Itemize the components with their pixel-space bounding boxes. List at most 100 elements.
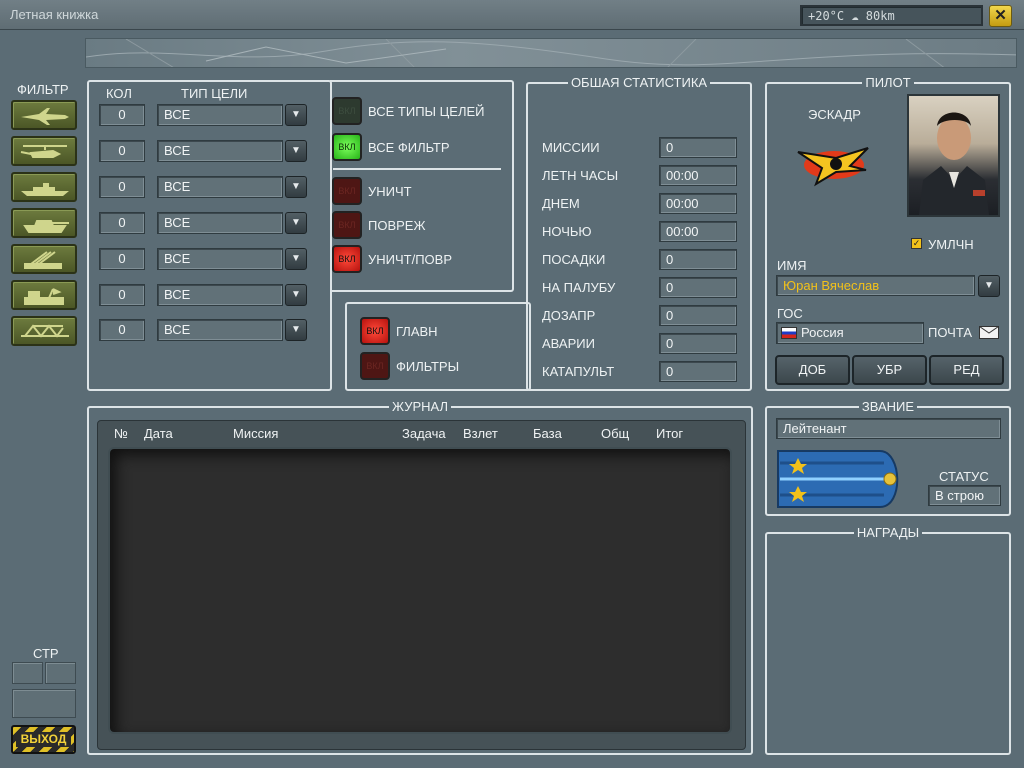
awards-title: НАГРАДЫ: [853, 525, 923, 540]
pilot-portrait-icon: [919, 112, 989, 215]
col-date[interactable]: Дата: [144, 426, 173, 441]
damaged-label: ПОВРЕЖ: [368, 218, 426, 233]
count-field[interactable]: 0: [99, 284, 145, 306]
count-field[interactable]: 0: [99, 319, 145, 341]
helicopter-icon: [20, 145, 67, 158]
add-pilot-button[interactable]: ДОБ: [775, 355, 850, 385]
chevron-down-icon[interactable]: ▼: [285, 104, 307, 126]
all-target-types-label: ВСЕ ТИПЫ ЦЕЛЕЙ: [368, 104, 485, 119]
count-field[interactable]: 0: [99, 212, 145, 234]
filter-jet-button[interactable]: [11, 100, 77, 130]
weather-readout: +20°C ☁ 80km: [800, 5, 983, 26]
exit-button[interactable]: ВЫХОД: [11, 725, 76, 754]
filters-led[interactable]: ВКЛ: [360, 352, 390, 380]
journal-list[interactable]: [108, 447, 732, 734]
chevron-down-icon[interactable]: ▼: [285, 212, 307, 234]
country-field[interactable]: Россия: [776, 322, 924, 344]
edit-pilot-button[interactable]: РЕД: [929, 355, 1004, 385]
damaged-led[interactable]: ВКЛ: [332, 211, 362, 239]
filter-tank-button[interactable]: [11, 208, 77, 238]
filter-sam-button[interactable]: [11, 244, 77, 274]
status-label: СТАТУС: [939, 469, 989, 484]
default-checkbox[interactable]: ✓: [911, 238, 922, 249]
count-field[interactable]: 0: [99, 104, 145, 126]
count-header: КОЛ: [106, 86, 132, 101]
stat-label: АВАРИИ: [542, 336, 595, 351]
map-lines-icon: [86, 39, 1016, 67]
destroyed-led[interactable]: ВКЛ: [332, 177, 362, 205]
chevron-down-icon[interactable]: ▼: [285, 284, 307, 306]
map-strip: [85, 38, 1017, 68]
target-type-select[interactable]: ВСЕ: [157, 104, 283, 126]
squadron-label: ЭСКАДР: [808, 107, 861, 122]
col-task[interactable]: Задача: [402, 426, 446, 441]
stat-value: 0: [659, 361, 737, 382]
count-field[interactable]: 0: [99, 176, 145, 198]
name-label: ИМЯ: [777, 258, 807, 273]
chevron-down-icon[interactable]: ▼: [285, 176, 307, 198]
status-field: В строю: [928, 485, 1001, 506]
stat-value: 0: [659, 305, 737, 326]
stat-value: 00:00: [659, 221, 737, 242]
squadron-emblem-icon: [797, 147, 869, 187]
remove-pilot-button[interactable]: УБР: [852, 355, 927, 385]
target-type-header: ТИП ЦЕЛИ: [181, 86, 248, 101]
filter-bridge-button[interactable]: [11, 316, 77, 346]
stat-label: ЛЕТН ЧАСЫ: [542, 168, 619, 183]
awards-panel: НАГРАДЫ: [765, 525, 1011, 755]
count-field[interactable]: 0: [99, 140, 145, 162]
filter-radar-button[interactable]: [11, 280, 77, 310]
stat-label: КАТАПУЛЬТ: [542, 364, 615, 379]
stat-value: 0: [659, 137, 737, 158]
target-type-select[interactable]: ВСЕ: [157, 284, 283, 306]
target-type-select[interactable]: ВСЕ: [157, 248, 283, 270]
divider: [333, 168, 501, 170]
exit-label: ВЫХОД: [16, 732, 71, 747]
window-title: Летная книжка: [10, 7, 99, 22]
rank-field: Лейтенант: [776, 418, 1001, 439]
target-type-select[interactable]: ВСЕ: [157, 176, 283, 198]
col-mission[interactable]: Миссия: [233, 426, 278, 441]
filter-ship-button[interactable]: [11, 172, 77, 202]
russia-flag-icon: [781, 327, 797, 339]
col-takeoff[interactable]: Взлет: [463, 426, 498, 441]
destroyed-label: УНИЧТ: [368, 184, 412, 199]
sam-launcher-icon: [24, 251, 62, 269]
jet-icon: [21, 108, 69, 125]
journal-title: ЖУРНАЛ: [388, 399, 452, 414]
target-type-select[interactable]: ВСЕ: [157, 319, 283, 341]
count-field[interactable]: 0: [99, 248, 145, 270]
stat-label: ДОЗАПР: [542, 308, 596, 323]
filter-helicopter-button[interactable]: [11, 136, 77, 166]
all-target-types-led[interactable]: ВКЛ: [332, 97, 362, 125]
pilot-name-select[interactable]: Юран Вячеслав: [776, 275, 975, 296]
stat-label: НОЧЬЮ: [542, 224, 592, 239]
stat-value: 0: [659, 277, 737, 298]
rank-title: ЗВАНИЕ: [858, 399, 918, 414]
destroyed-damaged-label: УНИЧТ/ПОВР: [368, 252, 453, 267]
country-label: ГОС: [777, 306, 803, 321]
col-result[interactable]: Итог: [656, 426, 683, 441]
shoulder-board-icon: [777, 450, 899, 508]
col-base[interactable]: База: [533, 426, 562, 441]
col-total[interactable]: Общ: [601, 426, 629, 441]
page-next-button[interactable]: [45, 662, 76, 684]
chevron-down-icon[interactable]: ▼: [285, 140, 307, 162]
page-prev-button[interactable]: [12, 662, 43, 684]
radar-truck-icon: [24, 288, 64, 305]
chevron-down-icon[interactable]: ▼: [285, 319, 307, 341]
main-label: ГЛАВН: [396, 324, 438, 339]
target-type-select[interactable]: ВСЕ: [157, 212, 283, 234]
chevron-down-icon[interactable]: ▼: [285, 248, 307, 270]
target-type-select[interactable]: ВСЕ: [157, 140, 283, 162]
chevron-down-icon[interactable]: ▼: [978, 275, 1000, 297]
all-filter-led[interactable]: ВКЛ: [332, 133, 362, 161]
col-number[interactable]: №: [114, 426, 128, 441]
stat-value: 0: [659, 249, 737, 270]
default-label: УМЛЧН: [928, 237, 974, 252]
close-button[interactable]: ✕: [989, 5, 1012, 27]
envelope-icon[interactable]: [979, 326, 999, 339]
destroyed-damaged-led[interactable]: ВКЛ: [332, 245, 362, 273]
main-led[interactable]: ВКЛ: [360, 317, 390, 345]
stat-value: 0: [659, 333, 737, 354]
